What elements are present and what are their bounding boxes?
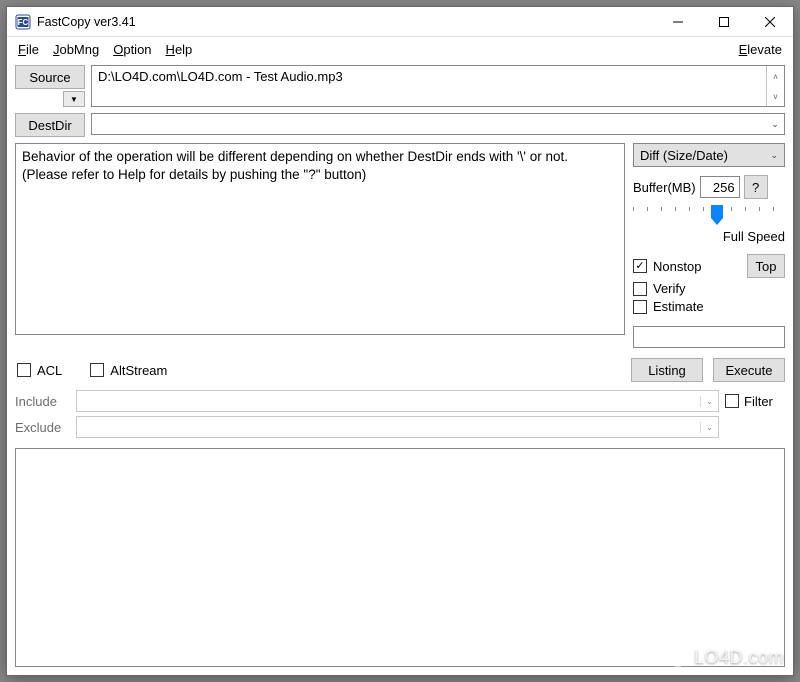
source-history-dropdown[interactable]: ▼: [63, 91, 85, 107]
acl-label: ACL: [37, 363, 62, 378]
destdir-input[interactable]: [92, 115, 766, 134]
app-window: FC FastCopy ver3.41 File JobMng Option H…: [6, 6, 794, 676]
info-line2: (Please refer to Help for details by pus…: [22, 166, 618, 184]
log-panel: [15, 448, 785, 667]
scroll-up-icon[interactable]: ʌ: [767, 66, 784, 86]
nonstop-label: Nonstop: [653, 259, 701, 274]
mode-combobox[interactable]: Diff (Size/Date) ⌄: [633, 143, 785, 167]
minimize-button[interactable]: [655, 7, 701, 37]
app-icon: FC: [15, 14, 31, 30]
include-input: [77, 392, 700, 411]
speed-slider[interactable]: [633, 205, 785, 225]
svg-text:FC: FC: [18, 18, 29, 27]
destdir-button[interactable]: DestDir: [15, 113, 85, 137]
source-path-box: ʌ v: [91, 65, 785, 107]
filter-checkbox[interactable]: [725, 394, 739, 408]
source-button[interactable]: Source: [15, 65, 85, 89]
info-panel: Behavior of the operation will be differ…: [15, 143, 625, 335]
include-label: Include: [15, 394, 70, 409]
altstream-label: AltStream: [110, 363, 167, 378]
help-button[interactable]: ?: [744, 175, 768, 199]
nonstop-checkbox[interactable]: ✓: [633, 259, 647, 273]
execute-button[interactable]: Execute: [713, 358, 785, 382]
close-button[interactable]: [747, 7, 793, 37]
scroll-down-icon[interactable]: v: [767, 86, 784, 106]
speed-label: Full Speed: [633, 229, 785, 244]
exclude-label: Exclude: [15, 420, 70, 435]
buffer-label: Buffer(MB): [633, 180, 696, 195]
titlebar: FC FastCopy ver3.41: [7, 7, 793, 37]
listing-button[interactable]: Listing: [631, 358, 703, 382]
info-line1: Behavior of the operation will be differ…: [22, 148, 618, 166]
altstream-checkbox[interactable]: [90, 363, 104, 377]
menubar: File JobMng Option Help Elevate: [7, 37, 793, 61]
buffer-input[interactable]: [700, 176, 740, 198]
chevron-down-icon: ⌄: [770, 150, 778, 161]
menu-file[interactable]: File: [11, 40, 46, 59]
slider-thumb[interactable]: [711, 205, 723, 225]
include-dropdown: ⌄: [700, 396, 718, 407]
status-box: [633, 326, 785, 348]
source-input[interactable]: [92, 66, 766, 86]
menu-elevate[interactable]: Elevate: [732, 40, 789, 59]
maximize-button[interactable]: [701, 7, 747, 37]
source-scroll[interactable]: ʌ v: [766, 66, 784, 106]
exclude-dropdown: ⌄: [700, 422, 718, 433]
estimate-label: Estimate: [653, 299, 704, 314]
menu-jobmng[interactable]: JobMng: [46, 40, 106, 59]
verify-checkbox[interactable]: [633, 282, 647, 296]
mode-value: Diff (Size/Date): [640, 148, 728, 163]
menu-option[interactable]: Option: [106, 40, 158, 59]
top-button[interactable]: Top: [747, 254, 785, 278]
estimate-checkbox[interactable]: [633, 300, 647, 314]
acl-checkbox[interactable]: [17, 363, 31, 377]
verify-label: Verify: [653, 281, 686, 296]
exclude-input: [77, 418, 700, 437]
destdir-box: ⌄: [91, 113, 785, 135]
destdir-dropdown[interactable]: ⌄: [766, 119, 784, 130]
menu-help[interactable]: Help: [159, 40, 200, 59]
filter-label: Filter: [744, 394, 773, 409]
window-title: FastCopy ver3.41: [37, 15, 136, 29]
